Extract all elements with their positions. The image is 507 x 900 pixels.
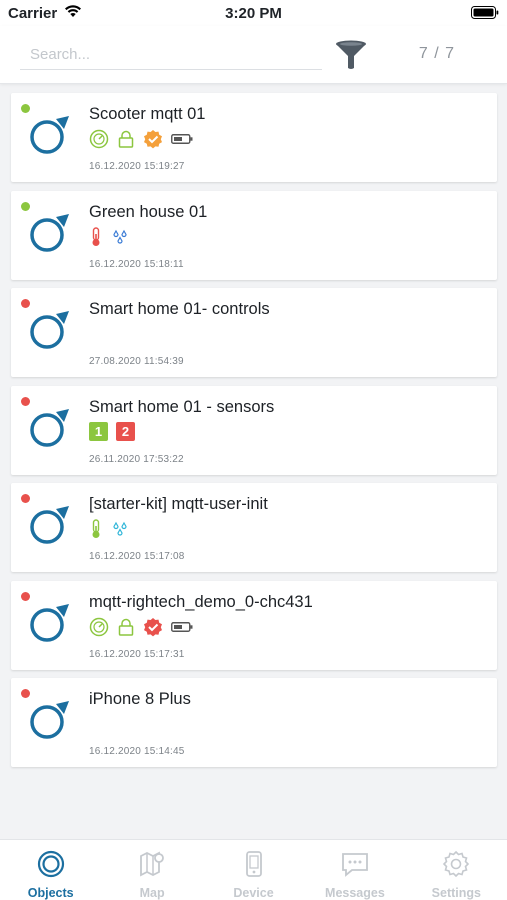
drops-blue-icon xyxy=(111,228,129,246)
object-icon xyxy=(30,311,69,349)
status-dot-offline xyxy=(21,591,30,601)
check-badge-red-icon xyxy=(143,617,163,637)
last-update-time: 16.12.2020 15:17:31 xyxy=(89,648,185,660)
device-icon xyxy=(245,851,262,877)
tab-label: Settings xyxy=(431,886,481,900)
status-dot-offline xyxy=(21,494,30,503)
list-item[interactable]: iPhone 8 Plus 16.12.2020 15:14:45 xyxy=(11,678,497,767)
last-update-time: 16.12.2020 15:18:11 xyxy=(89,258,184,270)
tab-map[interactable]: Map xyxy=(101,840,202,900)
tab-label: Device xyxy=(233,886,274,900)
list-item[interactable]: [starter-kit] mqtt-user-init 16.12.2020 … xyxy=(11,483,497,572)
last-update-time: 16.12.2020 15:19:27 xyxy=(89,161,185,172)
list-item[interactable]: Smart home 01 - sensors 1 2 26.11.2020 1… xyxy=(11,385,497,475)
object-name: Green house 01 xyxy=(89,202,208,221)
object-icon xyxy=(30,603,69,642)
speedometer-icon xyxy=(89,617,109,637)
list-item[interactable]: Scooter mqtt 01 16.12.2020 15:19:27 xyxy=(11,93,497,182)
settings-icon xyxy=(443,850,470,878)
thermometer-green-icon xyxy=(89,519,103,539)
clock: 3:20 PM xyxy=(225,5,282,22)
status-dot-online xyxy=(21,201,30,211)
tab-label: Messages xyxy=(325,886,385,900)
search-input[interactable] xyxy=(20,40,322,70)
check-badge-orange-icon xyxy=(143,129,163,149)
battery-icon xyxy=(171,621,193,633)
status-bar: Carrier 3:20 PM xyxy=(0,0,507,26)
speedometer-icon xyxy=(89,129,109,149)
object-icon xyxy=(30,116,69,154)
battery-icon xyxy=(171,133,193,145)
object-indicators xyxy=(89,519,129,539)
tab-label: Map xyxy=(139,886,165,900)
map-icon xyxy=(140,851,165,877)
object-name: Scooter mqtt 01 xyxy=(89,105,206,123)
tab-bar: Objects Map Device Messages Settings xyxy=(0,839,507,900)
last-update-time: 27.08.2020 11:54:39 xyxy=(89,356,184,367)
list-item[interactable]: Smart home 01- controls 27.08.2020 11:54… xyxy=(11,288,497,377)
thermometer-red-icon xyxy=(89,226,103,247)
objects-icon xyxy=(37,850,64,878)
status-dot-offline xyxy=(21,299,30,308)
object-indicators xyxy=(89,226,129,247)
filter-icon xyxy=(336,40,366,69)
tab-label: Objects xyxy=(27,886,74,900)
object-icon xyxy=(30,506,69,544)
object-icon xyxy=(30,701,69,739)
status-dot-offline xyxy=(21,396,30,406)
object-count: 7 / 7 xyxy=(418,45,456,62)
drops-cyan-icon xyxy=(111,520,129,538)
object-name: Smart home 01- controls xyxy=(89,300,270,318)
object-name: [starter-kit] mqtt-user-init xyxy=(89,495,268,513)
list-item[interactable]: mqtt-rightech_demo_0-chc431 16.12.2020 1… xyxy=(11,580,497,670)
object-list: Scooter mqtt 01 16.12.2020 15:19:27 Gree… xyxy=(11,93,497,776)
list-item[interactable]: Green house 01 16.12.2020 15:18:11 xyxy=(11,190,497,280)
lock-icon xyxy=(117,130,135,148)
tab-settings[interactable]: Settings xyxy=(406,840,507,900)
badge-1-green-icon: 1 xyxy=(89,422,108,441)
filter-button[interactable] xyxy=(333,39,369,71)
lock-icon xyxy=(117,618,135,636)
object-icon xyxy=(30,408,69,447)
badge-2-red-icon: 2 xyxy=(116,422,135,441)
tab-device[interactable]: Device xyxy=(203,840,304,900)
tab-objects[interactable]: Objects xyxy=(0,840,101,900)
object-name: iPhone 8 Plus xyxy=(89,690,191,708)
status-dot-online xyxy=(21,104,30,113)
object-icon xyxy=(30,213,69,252)
search-toolbar: 7 / 7 xyxy=(0,26,507,84)
object-name: mqtt-rightech_demo_0-chc431 xyxy=(89,592,313,611)
last-update-time: 16.12.2020 15:17:08 xyxy=(89,551,185,562)
status-dot-offline xyxy=(21,689,30,698)
object-indicators xyxy=(89,129,193,149)
object-indicators xyxy=(89,617,193,637)
battery-status-icon xyxy=(471,6,499,23)
last-update-time: 16.12.2020 15:14:45 xyxy=(89,746,185,757)
object-name: Smart home 01 - sensors xyxy=(89,397,275,416)
object-indicators: 1 2 xyxy=(89,422,135,442)
messages-icon xyxy=(342,853,368,877)
tab-messages[interactable]: Messages xyxy=(304,840,405,900)
last-update-time: 26.11.2020 17:53:22 xyxy=(89,453,184,465)
